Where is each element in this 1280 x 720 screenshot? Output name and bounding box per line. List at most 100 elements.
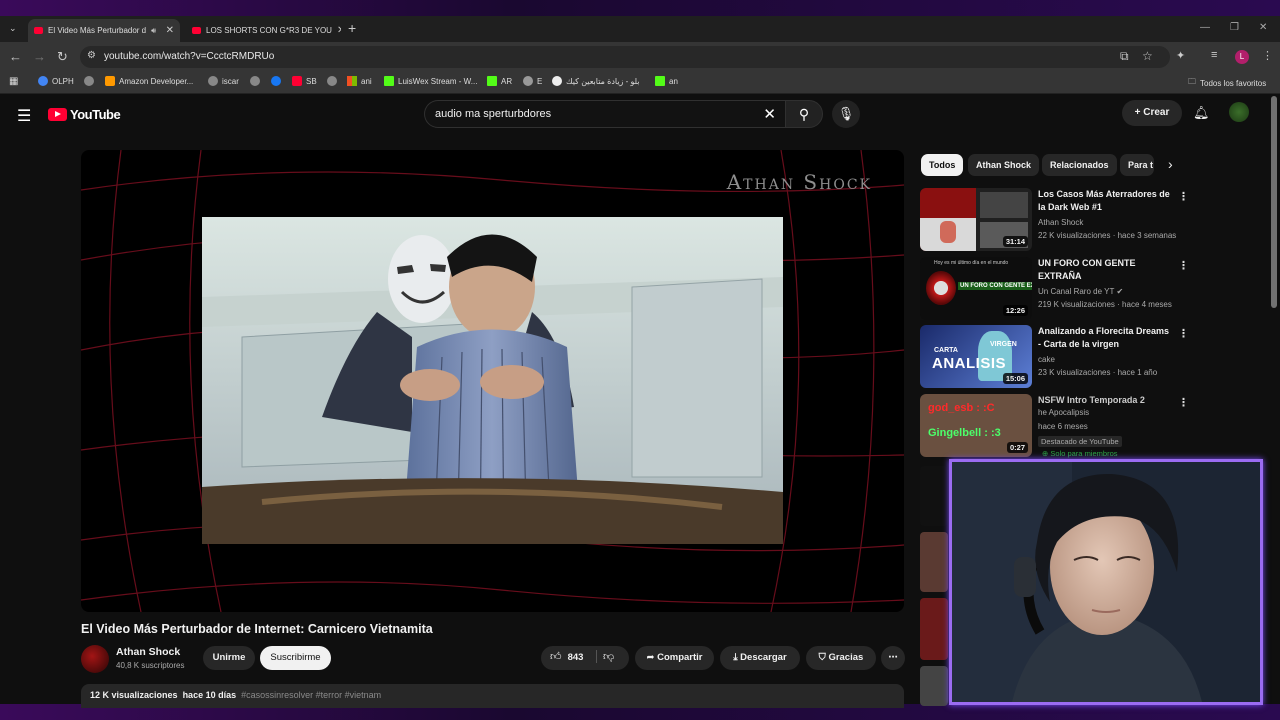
maximize-icon[interactable]: ❐ <box>1230 22 1239 33</box>
chip-for-you[interactable]: Para t <box>1120 154 1154 176</box>
chip-channel[interactable]: Athan Shock <box>968 154 1040 176</box>
chip-related[interactable]: Relacionados <box>1042 154 1117 176</box>
recommendation-item[interactable]: 31:14 Los Casos Más Aterradores de la Da… <box>920 188 1265 251</box>
bookmark-item[interactable]: LuisWex Stream - W... <box>384 76 477 86</box>
description-box[interactable]: 12 K visualizaciones hace 10 días #casos… <box>81 684 904 708</box>
recommendation-item[interactable]: Hoy es mi último día en el mundo UN FORO… <box>920 257 1265 320</box>
thanks-icon: ⛉ <box>818 652 829 663</box>
bookmark-item[interactable]: an <box>655 76 678 86</box>
bookmark-item[interactable] <box>327 76 337 86</box>
search-input[interactable]: audio ma sperturbdores ✕ <box>424 100 786 128</box>
media-control-icon[interactable]: ≡ <box>1211 49 1217 61</box>
video-thumbnail[interactable]: CARTA VIRGEN ANALISIS 15:06 <box>920 325 1032 388</box>
channel-name[interactable]: Athan Shock <box>116 646 180 658</box>
recommendation-item[interactable]: CARTA VIRGEN ANALISIS 15:06 Analizando a… <box>920 325 1265 388</box>
youtube-logo[interactable]: YouTube <box>48 107 121 122</box>
video-thumbnail[interactable] <box>920 598 948 660</box>
menu-icon[interactable]: ⋮ <box>1262 49 1273 62</box>
bookmarks-bar: ▦ OLPH Amazon Developer... iscar SB ani … <box>0 72 1280 94</box>
webcam-image <box>952 462 1260 702</box>
thumbnail-word: ANALISIS <box>932 355 1007 372</box>
more-options-icon[interactable]: ⋮ <box>1178 259 1189 272</box>
video-thumbnail[interactable]: Hoy es mi último día en el mundo UN FORO… <box>920 257 1032 320</box>
apps-icon[interactable]: ▦ <box>9 76 18 87</box>
more-options-icon[interactable]: ⋮ <box>1178 190 1189 203</box>
thumbs-down-icon: 👎︎ <box>603 651 615 663</box>
bookmark-item[interactable] <box>84 76 94 86</box>
extensions-icon[interactable]: ✦ <box>1176 49 1185 62</box>
back-icon[interactable]: ← <box>9 49 22 64</box>
plus-icon: + <box>1134 107 1144 118</box>
page-scrollbar[interactable] <box>1271 96 1277 308</box>
verified-check-icon: ✔ <box>1116 287 1124 296</box>
minimize-icon[interactable]: — <box>1200 22 1210 33</box>
channel-avatar[interactable] <box>81 645 109 673</box>
tab-bar: ⌄ El Video Más Perturbador d 🔊︎ ✕ LOS SH… <box>0 16 1280 42</box>
subscriber-count: 40,8 K suscriptores <box>116 661 185 670</box>
bookmark-item[interactable]: OLPH <box>38 76 74 86</box>
members-only-label: ⊕ Solo para miembros <box>1042 449 1118 458</box>
bookmark-item[interactable]: iscar <box>208 76 239 86</box>
bookmark-star-icon[interactable]: ☆ <box>1142 49 1153 63</box>
bookmark-item[interactable]: بلو - زيادة متابعين كيك <box>552 76 640 86</box>
close-tab-icon[interactable]: ✕ <box>337 25 341 36</box>
tab-active[interactable]: El Video Más Perturbador d 🔊︎ ✕ <box>28 19 180 42</box>
tab-search-icon[interactable]: ⌄ <box>9 23 17 34</box>
share-button[interactable]: ➦ Compartir <box>635 646 714 670</box>
user-avatar[interactable] <box>1229 102 1249 122</box>
bookmark-item[interactable] <box>271 76 281 86</box>
bookmark-item[interactable]: Amazon Developer... <box>105 76 193 86</box>
subscribe-button[interactable]: Suscribirme <box>260 646 331 670</box>
bookmark-item[interactable] <box>250 76 260 86</box>
chips-next-chevron-icon[interactable]: › <box>1168 156 1173 172</box>
thanks-button[interactable]: ⛉ Gracias <box>806 646 876 670</box>
tab-inactive[interactable]: LOS SHORTS CON G*R3 DE YOU ✕ <box>186 19 341 42</box>
close-window-icon[interactable]: ✕ <box>1259 22 1267 33</box>
video-thumbnail[interactable] <box>920 532 948 592</box>
video-thumbnail[interactable]: god_esb : :C Gingelbell : :3 0:27 <box>920 394 1032 457</box>
profile-avatar[interactable]: L <box>1235 50 1249 64</box>
hamburger-menu-icon[interactable]: ☰ <box>17 106 31 126</box>
address-bar[interactable]: ⚙ youtube.com/watch?v=CcctcRMDRUo ⧉ ☆ <box>80 46 1170 68</box>
like-button[interactable]: 👍︎ 843 <box>550 650 583 663</box>
more-options-icon[interactable]: ⋮ <box>1178 396 1189 409</box>
search-button[interactable]: ⚲ <box>785 100 823 128</box>
video-duration: 15:06 <box>1002 373 1028 384</box>
join-button[interactable]: Unirme <box>203 646 255 670</box>
recommendation-item[interactable]: god_esb : :C Gingelbell : :3 0:27 NSFW I… <box>920 394 1265 464</box>
dislike-button[interactable]: 👎︎ <box>596 650 614 663</box>
more-options-icon[interactable]: ⋮ <box>1178 327 1189 340</box>
notifications-bell-icon[interactable]: 🔔︎ <box>1193 105 1210 121</box>
youtube-header: ☰ YouTube audio ma sperturbdores ✕ ⚲ 🎙︎ … <box>0 94 1280 134</box>
thumbs-up-icon: 👍︎ <box>550 651 562 663</box>
reload-icon[interactable]: ↻ <box>57 49 68 65</box>
browser-toolbar: ← → ↻ ⚙ youtube.com/watch?v=CcctcRMDRUo … <box>0 42 1280 72</box>
clear-search-icon[interactable]: ✕ <box>763 105 776 123</box>
speaker-icon[interactable]: 🔊︎ <box>151 26 156 36</box>
bookmark-item[interactable]: E <box>523 76 542 86</box>
new-tab-button[interactable]: + <box>348 20 356 36</box>
hashtags[interactable]: #casossinresolver #terror #vietnam <box>241 690 381 700</box>
thumbnail-word: CARTA <box>934 347 958 354</box>
thumbnail-word: VIRGEN <box>990 341 1017 348</box>
youtube-play-icon <box>48 108 67 121</box>
create-button[interactable]: + Crear <box>1122 100 1182 126</box>
video-player[interactable]: Athan Shock <box>81 150 904 612</box>
download-button[interactable]: ⤓ Descargar <box>720 646 800 670</box>
video-thumbnail[interactable] <box>920 666 948 706</box>
bookmark-item[interactable]: SB <box>292 76 317 86</box>
all-bookmarks[interactable]: 🗀 Todos los favoritos <box>1188 76 1266 90</box>
more-actions-button[interactable]: ⋯ <box>881 646 905 670</box>
install-icon[interactable]: ⧉ <box>1120 49 1129 64</box>
voice-search-button[interactable]: 🎙︎ <box>832 100 860 128</box>
recommendation-meta: 22 K visualizaciones · hace 3 semanas <box>1038 231 1177 240</box>
site-info-icon[interactable]: ⚙ <box>87 50 96 61</box>
forward-icon[interactable]: → <box>33 49 46 64</box>
bookmark-item[interactable]: ani <box>347 76 372 86</box>
video-thumbnail[interactable]: 31:14 <box>920 188 1032 251</box>
microphone-icon: 🎙︎ <box>837 106 855 121</box>
bookmark-item[interactable]: AR <box>487 76 512 86</box>
chip-todos[interactable]: Todos <box>921 154 964 176</box>
close-tab-icon[interactable]: ✕ <box>166 25 174 36</box>
video-thumbnail[interactable] <box>920 466 948 526</box>
